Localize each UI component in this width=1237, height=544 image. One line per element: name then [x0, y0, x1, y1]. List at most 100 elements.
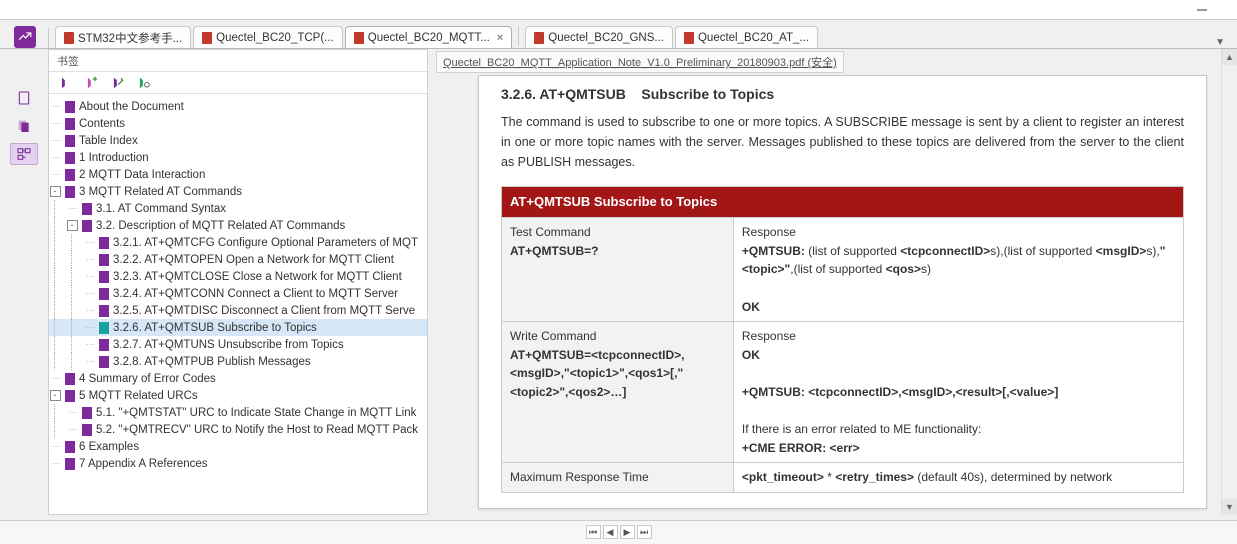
bookmark-flag-icon	[65, 441, 75, 453]
toc-node-label: Contents	[79, 118, 125, 130]
page-last-icon[interactable]: ⏭	[637, 525, 652, 539]
toc-node-label: 4 Summary of Error Codes	[79, 373, 216, 385]
document-viewer: Quectel_BC20_MQTT_Application_Note_V1.0_…	[428, 49, 1237, 515]
toc-node[interactable]: ⋯3.2.2. AT+QMTOPEN Open a Network for MQ…	[49, 251, 427, 268]
toc-node-label: 3.2.5. AT+QMTDISC Disconnect a Client fr…	[113, 305, 415, 317]
toc-node[interactable]: ⋯3.2.4. AT+QMTCONN Connect a Client to M…	[49, 285, 427, 302]
toc-node[interactable]: ⋯5.1. "+QMTSTAT" URC to Indicate State C…	[49, 404, 427, 421]
document-tab[interactable]: Quectel_BC20_TCP(...	[193, 26, 343, 48]
page-prev-icon[interactable]: ◀	[603, 525, 618, 539]
bookmark-flag-icon	[82, 424, 92, 436]
toc-node[interactable]: ⋯5.2. "+QMTRECV" URC to Notify the Host …	[49, 421, 427, 438]
close-icon[interactable]: ×	[497, 32, 503, 44]
bookmark-flag-icon	[65, 186, 75, 198]
bookmark-flag-icon	[99, 254, 109, 266]
tree-toggle-icon[interactable]: -	[67, 220, 78, 231]
pdf-file-icon	[64, 32, 74, 44]
toc-node[interactable]: ⋯4 Summary of Error Codes	[49, 370, 427, 387]
toc-node-label: 3.2.3. AT+QMTCLOSE Close a Network for M…	[113, 271, 402, 283]
toc-node[interactable]: -3.2. Description of MQTT Related AT Com…	[49, 217, 427, 234]
scroll-down-icon[interactable]: ▼	[1222, 499, 1237, 515]
page-navigation[interactable]: ⏮ ◀ ▶ ⏭	[586, 525, 652, 539]
document-tab-strip: STM32中文参考手... Quectel_BC20_TCP(... Quectel…	[0, 20, 1237, 48]
rail-copy-icon[interactable]	[10, 115, 38, 137]
bookmark-tool-settings-icon[interactable]	[137, 76, 151, 90]
document-tab[interactable]: Quectel_BC20_MQTT...×	[345, 26, 513, 48]
pdf-file-icon	[534, 32, 544, 44]
toc-node-label: Table Index	[79, 135, 138, 147]
document-tab-label: Quectel_BC20_AT_...	[698, 32, 809, 44]
toc-node-label: 5.1. "+QMTSTAT" URC to Indicate State Ch…	[96, 407, 416, 419]
document-path-bar[interactable]: Quectel_BC20_MQTT_Application_Note_V1.0_…	[436, 51, 844, 73]
toc-node[interactable]: ⋯2 MQTT Data Interaction	[49, 166, 427, 183]
bookmark-flag-icon	[82, 203, 92, 215]
bookmark-tool-add-icon[interactable]	[85, 76, 99, 90]
page-first-icon[interactable]: ⏮	[586, 525, 601, 539]
max-response-time-cell: Maximum Response Time	[502, 463, 734, 493]
toc-node[interactable]: ⋯3.1. AT Command Syntax	[49, 200, 427, 217]
document-tab[interactable]: STM32中文参考手...	[55, 26, 191, 48]
bookmark-flag-icon	[65, 169, 75, 181]
toc-node[interactable]: ⋯Table Index	[49, 132, 427, 149]
bookmark-flag-icon	[82, 407, 92, 419]
bookmark-flag-icon	[99, 305, 109, 317]
toc-node[interactable]: ⋯3.2.7. AT+QMTUNS Unsubscribe from Topic…	[49, 336, 427, 353]
document-page: 3.2.6. AT+QMTSUB Subscribe to Topics The…	[478, 75, 1207, 509]
status-bar: ⏮ ◀ ▶ ⏭	[0, 520, 1237, 544]
toc-node[interactable]: ⋯3.2.6. AT+QMTSUB Subscribe to Topics	[49, 319, 427, 336]
command-table-header: AT+QMTSUB Subscribe to Topics	[502, 187, 1184, 218]
bookmark-tree[interactable]: ⋯About the Document⋯Contents⋯Table Index…	[49, 94, 427, 514]
bookmark-flag-icon	[65, 458, 75, 470]
toc-node-label: 3.2.4. AT+QMTCONN Connect a Client to MQ…	[113, 288, 398, 300]
section-paragraph: The command is used to subscribe to one …	[501, 112, 1184, 172]
toc-node[interactable]: ⋯3.2.3. AT+QMTCLOSE Close a Network for …	[49, 268, 427, 285]
bookmark-flag-icon	[99, 271, 109, 283]
document-tab-label: Quectel_BC20_TCP(...	[216, 32, 334, 44]
toc-node[interactable]: - 3 MQTT Related AT Commands	[49, 183, 427, 200]
write-command-response-cell: Response OK +QMTSUB: <tcpconnectID>,<msg…	[733, 322, 1183, 463]
toc-node-label: 1 Introduction	[79, 152, 149, 164]
toc-node-label: 3.2.6. AT+QMTSUB Subscribe to Topics	[113, 322, 317, 334]
toc-node[interactable]: ⋯7 Appendix A References	[49, 455, 427, 472]
document-tab[interactable]: Quectel_BC20_AT_...	[675, 26, 818, 48]
toc-node[interactable]: ⋯1 Introduction	[49, 149, 427, 166]
toc-node-label: 6 Examples	[79, 441, 139, 453]
bookmark-flag-icon	[65, 390, 75, 402]
toc-node-label: 3 MQTT Related AT Commands	[79, 186, 242, 198]
bookmark-flag-icon	[65, 135, 75, 147]
bookmark-flag-icon	[99, 356, 109, 368]
vertical-scrollbar[interactable]: ▲ ▼	[1221, 49, 1237, 515]
bookmark-flag-icon	[82, 220, 92, 232]
bookmark-flag-icon	[99, 322, 109, 334]
pdf-file-icon	[202, 32, 212, 44]
toc-node[interactable]: ⋯3.2.1. AT+QMTCFG Configure Optional Par…	[49, 234, 427, 251]
toc-node[interactable]: ⋯Contents	[49, 115, 427, 132]
bookmark-tool-link-icon[interactable]	[111, 76, 125, 90]
rail-page-icon[interactable]	[10, 87, 38, 109]
page-next-icon[interactable]: ▶	[620, 525, 635, 539]
side-rail	[0, 49, 48, 515]
workspace: 书签 ⋯About the Document⋯Contents⋯Table In…	[0, 49, 1237, 515]
bookmark-flag-icon	[65, 118, 75, 130]
tab-overflow-chevron-icon[interactable]: ▼	[1215, 37, 1229, 48]
tree-toggle-icon[interactable]: -	[50, 390, 61, 401]
pdf-file-icon	[684, 32, 694, 44]
app-logo-icon[interactable]	[14, 26, 36, 48]
toc-node[interactable]: -5 MQTT Related URCs	[49, 387, 427, 404]
pdf-file-icon	[354, 32, 364, 44]
tree-toggle-icon[interactable]: -	[50, 186, 61, 197]
toc-node[interactable]: ⋯6 Examples	[49, 438, 427, 455]
document-tab[interactable]: Quectel_BC20_GNS...	[525, 26, 673, 48]
test-command-cell: Test Command AT+QMTSUB=?	[502, 218, 734, 322]
bookmark-flag-icon	[99, 288, 109, 300]
toc-node-label: 2 MQTT Data Interaction	[79, 169, 205, 181]
rail-bookmarks-icon[interactable]	[10, 143, 38, 165]
scroll-up-icon[interactable]: ▲	[1222, 49, 1237, 65]
minimize-icon	[1197, 9, 1207, 11]
bookmark-flag-icon	[99, 237, 109, 249]
toc-node[interactable]: ⋯3.2.8. AT+QMTPUB Publish Messages	[49, 353, 427, 370]
toc-node[interactable]: ⋯About the Document	[49, 98, 427, 115]
bookmark-toolbar	[49, 72, 427, 94]
bookmark-tool-collapse-icon[interactable]	[59, 76, 73, 90]
toc-node[interactable]: ⋯3.2.5. AT+QMTDISC Disconnect a Client f…	[49, 302, 427, 319]
